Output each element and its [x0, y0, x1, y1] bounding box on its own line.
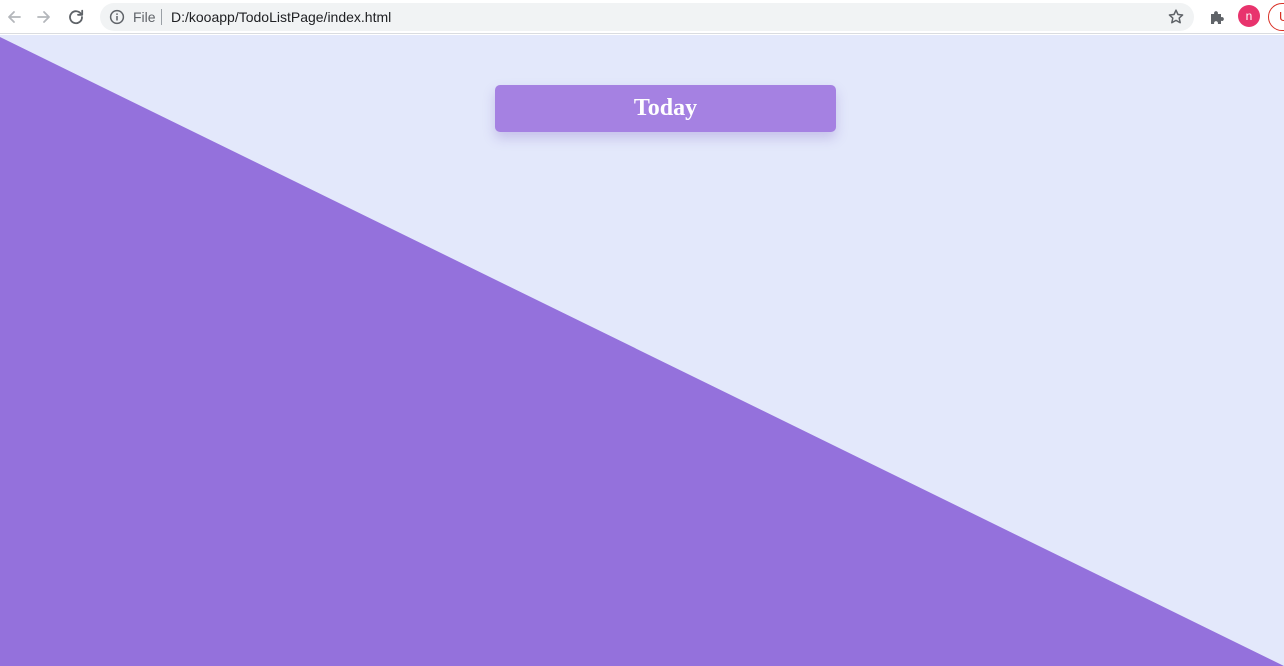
arrow-right-icon [37, 11, 50, 23]
omnibox-divider [161, 9, 162, 25]
address-bar[interactable]: File D:/kooapp/TodoListPage/index.html [100, 3, 1194, 31]
star-icon[interactable] [1167, 8, 1185, 26]
back-button[interactable] [1, 4, 27, 30]
browser-toolbar: File D:/kooapp/TodoListPage/index.html n… [0, 0, 1284, 34]
today-header: Today [495, 85, 836, 132]
scheme-label: File [133, 9, 156, 25]
puzzle-icon [1211, 11, 1224, 24]
update-button[interactable]: U [1268, 3, 1284, 31]
info-icon[interactable] [109, 9, 125, 25]
profile-avatar[interactable]: n [1238, 5, 1260, 27]
arrow-left-icon [8, 11, 21, 23]
url-text[interactable]: D:/kooapp/TodoListPage/index.html [171, 9, 391, 25]
page-viewport: Today [0, 35, 1284, 666]
extensions-button[interactable] [1205, 5, 1229, 29]
reload-icon [69, 9, 84, 25]
reload-button[interactable] [63, 4, 89, 30]
forward-button[interactable] [31, 4, 57, 30]
